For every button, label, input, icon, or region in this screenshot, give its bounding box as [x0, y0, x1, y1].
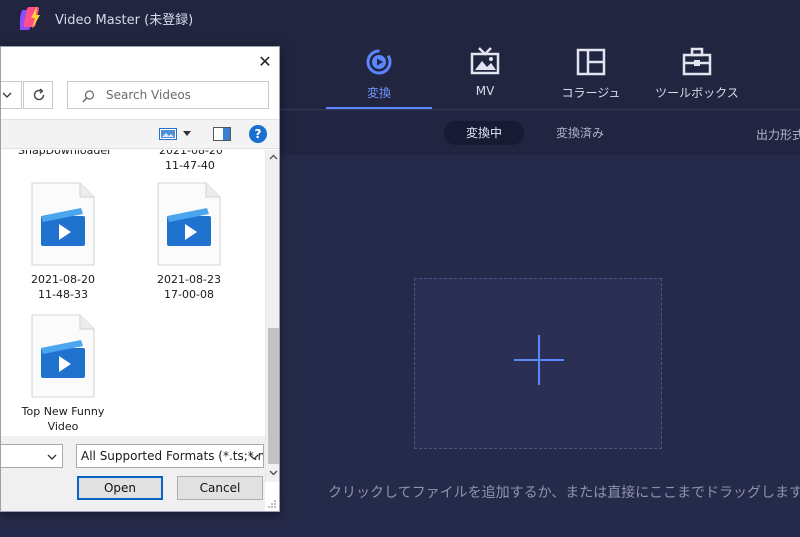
refresh-button[interactable] — [23, 81, 53, 109]
active-tab-indicator — [326, 107, 432, 109]
file-name-partial-2a[interactable]: 2021-08-20 — [159, 150, 223, 158]
file-type-value: All Supported Formats (*.ts;*.m — [81, 449, 264, 463]
search-box[interactable] — [67, 81, 269, 109]
scroll-up-icon[interactable] — [269, 154, 278, 160]
tv-icon — [470, 47, 500, 75]
file-name: Top New Funny Video — [21, 405, 105, 433]
tab-converting[interactable]: 変換中 — [444, 121, 525, 145]
view-mode-icon[interactable] — [159, 128, 177, 140]
file-item[interactable]: 2021-08-23 17-00-08 — [134, 182, 244, 302]
scroll-thumb[interactable] — [268, 328, 279, 464]
toolbox-icon — [682, 47, 712, 76]
file-name-combobox[interactable] — [1, 444, 63, 468]
nav-toolbox[interactable]: ツールボックス — [644, 44, 750, 108]
nav-mv[interactable]: MV — [432, 44, 538, 108]
collage-icon — [576, 48, 606, 76]
dialog-toolbar: ? — [1, 119, 279, 149]
nav-convert-label: 変換 — [366, 86, 391, 100]
file-name: 2021-08-20 11-48-33 — [31, 273, 95, 301]
nav-collage-label: コラージュ — [561, 86, 621, 100]
file-name-partial-2b[interactable]: 11-47-40 — [165, 158, 215, 173]
nav-toolbox-label: ツールボックス — [655, 86, 739, 100]
drop-hint-text: クリックしてファイルを追加するか、または直接にここまでドラッグします — [328, 485, 800, 501]
search-input[interactable] — [106, 87, 264, 103]
nav-collage[interactable]: コラージュ — [538, 44, 644, 108]
file-name: 2021-08-23 17-00-08 — [157, 273, 221, 301]
cancel-button[interactable]: Cancel — [177, 476, 263, 500]
refresh-icon — [33, 88, 45, 101]
open-file-dialog: ✕ ? SnapDownloader 2021-08-20 11-47-40 2… — [0, 46, 280, 512]
scroll-down-icon[interactable] — [269, 470, 278, 476]
open-button[interactable]: Open — [77, 476, 163, 500]
file-type-select[interactable]: All Supported Formats (*.ts;*.m — [76, 444, 264, 468]
address-history-dropdown[interactable] — [1, 81, 22, 109]
dialog-footer: All Supported Formats (*.ts;*.m Open Can… — [1, 436, 265, 511]
chevron-down-icon — [249, 454, 259, 460]
video-file-icon — [31, 314, 95, 398]
video-file-icon — [157, 182, 221, 266]
add-plus-icon-vertical[interactable] — [538, 335, 540, 385]
resize-grip-icon[interactable] — [267, 499, 277, 509]
chevron-down-icon — [2, 92, 12, 98]
chevron-down-icon — [47, 454, 57, 460]
file-item[interactable]: 2021-08-20 11-48-33 — [8, 182, 118, 302]
video-file-icon — [31, 182, 95, 266]
nav-mv-label: MV — [475, 84, 495, 98]
file-name-partial[interactable]: SnapDownloader — [18, 150, 112, 158]
tab-converted[interactable]: 変換済み — [534, 121, 626, 145]
app-logo-icon — [20, 6, 40, 30]
app-title: Video Master (未登録) — [55, 13, 194, 28]
vertical-scrollbar[interactable] — [265, 150, 279, 482]
file-item[interactable]: Top New Funny Video — [8, 314, 118, 434]
help-button[interactable]: ? — [249, 125, 267, 143]
view-menu-chevron-icon[interactable] — [183, 131, 191, 136]
file-list: SnapDownloader 2021-08-20 11-47-40 2021-… — [1, 150, 265, 436]
convert-icon — [366, 49, 392, 75]
search-icon — [82, 90, 95, 103]
close-icon[interactable]: ✕ — [253, 51, 277, 73]
title-bar: Video Master (未登録) — [0, 0, 800, 36]
nav-convert[interactable]: 変換 — [326, 44, 432, 108]
output-format-label[interactable]: 出力形式 — [756, 126, 800, 143]
preview-pane-icon[interactable] — [213, 127, 231, 141]
